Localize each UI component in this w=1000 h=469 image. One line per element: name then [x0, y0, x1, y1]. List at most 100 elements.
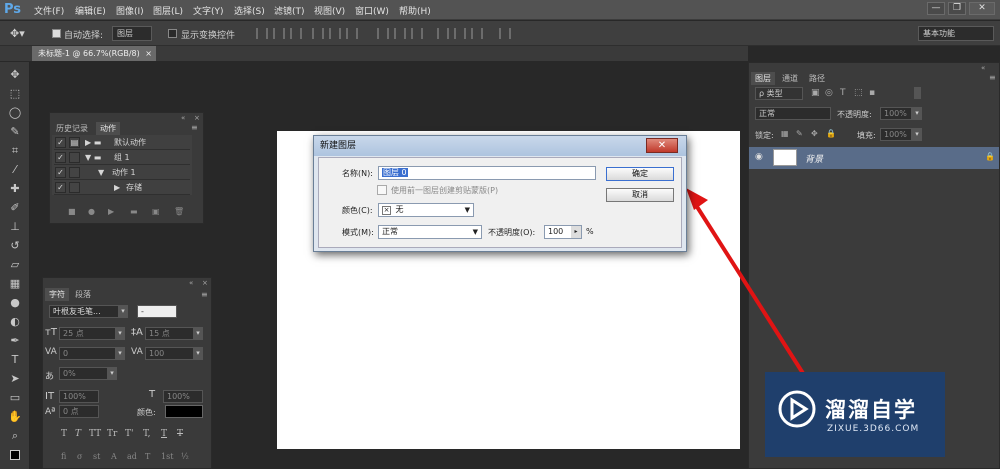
ok-button[interactable]: 确定: [606, 167, 674, 181]
filter-pixel-icon[interactable]: ▣: [811, 88, 820, 98]
chevron-down-icon[interactable]: ▾: [193, 327, 203, 340]
lock-move-icon[interactable]: ✥: [811, 129, 818, 138]
fraction-button[interactable]: ½: [181, 452, 189, 461]
distribute-bottom-icon[interactable]: [411, 28, 423, 39]
tab-channels[interactable]: 通道: [778, 72, 802, 85]
healing-tool-icon[interactable]: ✚: [6, 182, 24, 196]
ordinal-button[interactable]: 1st: [161, 452, 173, 461]
lock-paint-icon[interactable]: ✎: [796, 129, 803, 138]
panel-menu-icon[interactable]: ≡: [989, 73, 996, 82]
collapse-icon[interactable]: «: [981, 64, 985, 72]
menu-window[interactable]: 窗口(W): [355, 4, 389, 17]
color-dropdown[interactable]: × 无 ▼: [378, 203, 474, 217]
opacity-input[interactable]: 100 ▸: [544, 225, 582, 239]
transform-checkbox[interactable]: [168, 29, 177, 39]
collapse-icon[interactable]: «: [181, 114, 185, 122]
distribute-left-icon[interactable]: [437, 28, 449, 39]
chevron-down-icon[interactable]: ▾: [115, 347, 125, 360]
layer-name-input[interactable]: 图层 0: [378, 166, 596, 180]
color-swatch-icon[interactable]: [6, 450, 24, 464]
distribute-middle-icon[interactable]: [394, 28, 406, 39]
list-item[interactable]: ✓ ▼ ▬ 组 1: [54, 151, 190, 165]
superscript-button[interactable]: T': [125, 429, 133, 439]
dialog-close-button[interactable]: ✕: [646, 138, 678, 153]
chevron-down-icon[interactable]: ▾: [107, 367, 117, 380]
faux-bold-button[interactable]: T: [61, 429, 67, 439]
menu-layer[interactable]: 图层(L): [153, 4, 183, 17]
filter-toggle[interactable]: [914, 87, 921, 99]
tab-character[interactable]: 字符: [45, 288, 69, 301]
fill-field[interactable]: 100%: [880, 128, 912, 141]
text-color-swatch[interactable]: [165, 405, 203, 418]
zoom-tool-icon[interactable]: ⌕: [6, 429, 24, 443]
chevron-down-icon[interactable]: ▾: [118, 305, 128, 318]
dodge-tool-icon[interactable]: ◐: [6, 315, 24, 329]
chevron-right-icon[interactable]: ▸: [571, 226, 581, 238]
workspace-dropdown[interactable]: 基本功能: [918, 26, 994, 41]
strikethrough-button[interactable]: T: [177, 429, 183, 439]
baseline-field[interactable]: 0 点: [59, 405, 99, 418]
mode-dropdown[interactable]: 正常 ▼: [378, 225, 482, 239]
vertical-scale-field[interactable]: 100%: [59, 390, 99, 403]
filter-smart-icon[interactable]: ▪: [869, 88, 875, 98]
underline-button[interactable]: T: [161, 429, 167, 439]
blur-tool-icon[interactable]: ●: [6, 296, 24, 310]
ornament-button[interactable]: T: [145, 452, 150, 461]
menu-edit[interactable]: 编辑(E): [75, 4, 106, 17]
distribute-top-icon[interactable]: [377, 28, 389, 39]
faux-italic-button[interactable]: T: [75, 429, 81, 439]
chevron-down-icon[interactable]: ▾: [912, 128, 922, 141]
quick-select-tool-icon[interactable]: ✎: [6, 125, 24, 139]
visibility-eye-icon[interactable]: ◉: [755, 152, 763, 162]
gradient-tool-icon[interactable]: ▦: [6, 277, 24, 291]
crop-tool-icon[interactable]: ⌗: [6, 144, 24, 158]
font-style-field[interactable]: -: [137, 305, 177, 318]
titling-button[interactable]: ad: [127, 452, 137, 461]
swash-button[interactable]: σ: [77, 452, 82, 461]
font-family-field[interactable]: 叶根友毛笔...: [49, 305, 127, 318]
filter-shape-icon[interactable]: ⬚: [854, 88, 863, 98]
close-button[interactable]: ✕: [969, 2, 995, 15]
trash-icon[interactable]: 🗑: [174, 207, 184, 216]
align-middle-icon[interactable]: [329, 28, 341, 39]
horizontal-scale-field[interactable]: 100%: [163, 390, 203, 403]
menu-filter[interactable]: 滤镜(T): [274, 4, 305, 17]
subscript-button[interactable]: T,: [143, 429, 151, 439]
stylistic-button[interactable]: A: [111, 452, 117, 461]
cancel-button[interactable]: 取消: [606, 188, 674, 202]
brush-tool-icon[interactable]: ✐: [6, 201, 24, 215]
panel-menu-icon[interactable]: ≡: [201, 290, 208, 299]
auto-select-dropdown[interactable]: 图层: [112, 26, 152, 41]
distribute-center-icon[interactable]: [454, 28, 466, 39]
lasso-tool-icon[interactable]: ◯: [6, 106, 24, 120]
blend-mode-dropdown[interactable]: 正常: [755, 107, 831, 120]
tab-layers[interactable]: 图层: [751, 72, 775, 85]
menu-help[interactable]: 帮助(H): [399, 4, 431, 17]
eraser-tool-icon[interactable]: ▱: [6, 258, 24, 272]
chevron-down-icon[interactable]: ▾: [912, 107, 922, 120]
menu-image[interactable]: 图像(I): [116, 4, 144, 17]
ligature-button[interactable]: fi: [61, 452, 66, 461]
shape-tool-icon[interactable]: ▭: [6, 391, 24, 405]
align-bottom-icon[interactable]: [346, 28, 358, 39]
new-action-icon[interactable]: ▣: [152, 207, 160, 216]
lock-transparent-icon[interactable]: ▦: [781, 129, 789, 138]
layer-row-background[interactable]: ◉ 背景 🔒: [749, 147, 999, 169]
align-right-icon[interactable]: [290, 28, 302, 39]
history-brush-icon[interactable]: ↺: [6, 239, 24, 253]
list-item[interactable]: ✓ ▤ ▶ ▬ 默认动作: [54, 136, 190, 150]
menu-file[interactable]: 文件(F): [34, 4, 64, 17]
play-icon[interactable]: ▶: [108, 207, 114, 216]
record-icon[interactable]: ●: [88, 207, 95, 216]
panel-menu-icon[interactable]: ≡: [191, 123, 198, 132]
stamp-tool-icon[interactable]: ⊥: [6, 220, 24, 234]
hand-tool-icon[interactable]: ✋: [6, 410, 24, 424]
lock-all-icon[interactable]: 🔒: [826, 129, 836, 138]
new-set-icon[interactable]: ▬: [130, 207, 138, 216]
collapse-icon[interactable]: «: [189, 279, 193, 287]
filter-type-icon[interactable]: T: [840, 88, 846, 98]
chevron-down-icon[interactable]: ▾: [115, 327, 125, 340]
close-tab-icon[interactable]: ×: [145, 46, 152, 61]
distribute-right-icon[interactable]: [471, 28, 483, 39]
align-left-icon[interactable]: [256, 28, 268, 39]
